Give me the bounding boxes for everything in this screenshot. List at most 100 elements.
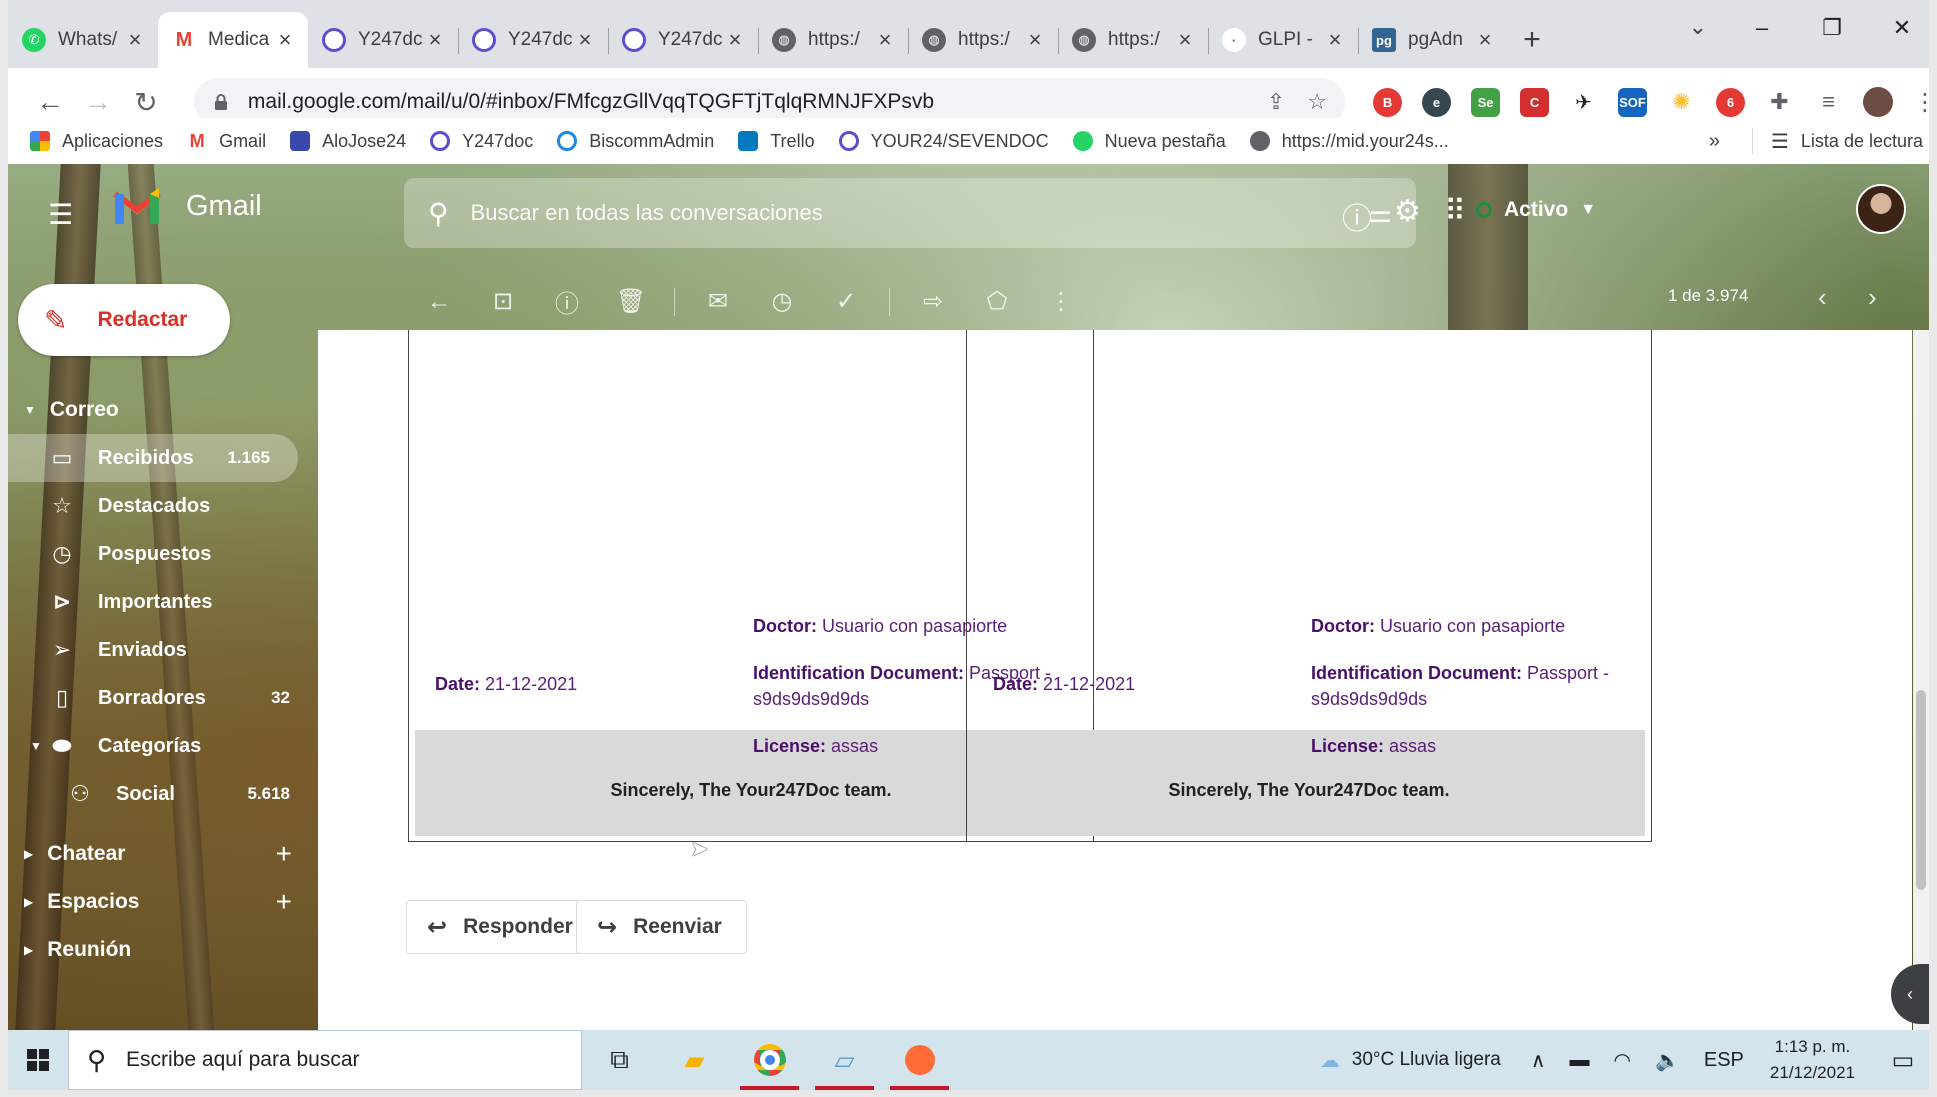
chrome-menu-icon[interactable]: ⋮	[1913, 88, 1937, 117]
notifications-icon[interactable]: ▭	[1877, 1046, 1929, 1075]
bookmark-item[interactable]: Aplicaciones	[30, 131, 163, 152]
sidebar-item-inbox[interactable]: ▭ Recibidos 1.165	[8, 434, 298, 482]
next-message-icon[interactable]: ›	[1868, 282, 1877, 313]
close-tab-icon[interactable]: ×	[574, 27, 596, 53]
close-tab-icon[interactable]: ×	[124, 27, 146, 53]
scrollbar-thumb[interactable]	[1916, 690, 1926, 890]
more-options-icon[interactable]: ⋮	[1040, 287, 1082, 316]
show-hidden-icons-icon[interactable]: ∧	[1531, 1048, 1546, 1073]
add-chat-icon[interactable]: +	[276, 838, 292, 870]
wifi-icon[interactable]: ◠	[1614, 1048, 1631, 1073]
close-tab-icon[interactable]: ×	[274, 27, 296, 53]
sidebar-item-drafts[interactable]: ▯ Borradores 32	[8, 674, 318, 722]
gmail-logo[interactable]: Gmail	[112, 186, 262, 226]
help-icon[interactable]: ⓘ	[1342, 194, 1372, 238]
browser-tab[interactable]: · GLPI - ×	[1208, 12, 1358, 68]
taskbar-clock[interactable]: 1:13 p. m. 21/12/2021	[1770, 1034, 1855, 1086]
sidebar-item-categories[interactable]: ▼ ⬬ Categorías	[8, 722, 318, 770]
tab-search-icon[interactable]: ⌄	[1689, 14, 1707, 40]
reading-list-button[interactable]: ☰ Lista de lectura	[1771, 129, 1923, 154]
reload-icon[interactable]: ↻	[122, 86, 170, 119]
browser-tab[interactable]: ✆ Whats/ ×	[8, 12, 158, 68]
bookmark-item[interactable]: YOUR24/SEVENDOC	[838, 131, 1049, 152]
mark-unread-icon[interactable]: ✉	[697, 287, 739, 316]
close-window-icon[interactable]: ✕	[1867, 0, 1937, 56]
snooze-icon[interactable]: ◷	[761, 287, 803, 316]
bookmark-item[interactable]: AloJose24	[290, 131, 406, 152]
browser-tab[interactable]: pg pgAdn ×	[1358, 12, 1508, 68]
extension-e-icon[interactable]: e	[1422, 87, 1452, 117]
mail-search-bar[interactable]: ⚲ ⚌	[404, 178, 1416, 248]
close-tab-icon[interactable]: ×	[724, 27, 746, 53]
browser-tab[interactable]: Y247dc ×	[458, 12, 608, 68]
new-tab-button[interactable]: +	[1508, 12, 1556, 68]
section-chat[interactable]: ▶ Chatear +	[8, 830, 318, 878]
bookmark-item[interactable]: Trello	[738, 131, 815, 152]
back-to-inbox-icon[interactable]: ←	[418, 288, 460, 316]
postman-taskbar-icon[interactable]	[882, 1030, 957, 1090]
sof-icon[interactable]: SOF	[1618, 87, 1648, 117]
bookmark-item[interactable]: BiscommAdmin	[557, 131, 714, 152]
back-icon[interactable]: ←	[26, 86, 74, 118]
volume-icon[interactable]: 🔈	[1655, 1048, 1680, 1073]
browser-tab[interactable]: Y247dc ×	[308, 12, 458, 68]
extension-plane-icon[interactable]: ✈	[1569, 87, 1599, 117]
reply-button[interactable]: ↩ Responder	[406, 900, 598, 954]
sidebar-item-important[interactable]: ⊳ Importantes	[8, 578, 318, 626]
extensions-puzzle-icon[interactable]: ✚	[1765, 87, 1795, 117]
weather-text[interactable]: 30°C Lluvia ligera	[1352, 1049, 1501, 1071]
add-task-icon[interactable]: ✓	[825, 287, 867, 316]
close-tab-icon[interactable]: ×	[1324, 27, 1346, 53]
close-tab-icon[interactable]: ×	[1474, 27, 1496, 53]
browser-tab[interactable]: ◍ https:/ ×	[1058, 12, 1208, 68]
battery-icon[interactable]: ▬	[1570, 1049, 1590, 1072]
profile-avatar[interactable]	[1863, 87, 1894, 117]
google-apps-icon[interactable]: ⠿	[1444, 194, 1466, 229]
file-explorer-icon[interactable]: ▰	[657, 1030, 732, 1090]
extension-badge-icon[interactable]: 6	[1716, 87, 1746, 117]
search-icon[interactable]: ⚲	[428, 197, 449, 230]
language-indicator[interactable]: ESP	[1704, 1049, 1744, 1072]
taskbar-search-box[interactable]: ⚲ Escribe aquí para buscar	[68, 1030, 582, 1090]
weather-icon[interactable]: ☁	[1320, 1048, 1340, 1073]
main-menu-icon[interactable]: ☰	[48, 198, 73, 231]
sidebar-item-social[interactable]: ⚇ Social 5.618	[8, 770, 318, 818]
section-spaces[interactable]: ▶ Espacios +	[8, 878, 318, 926]
close-tab-icon[interactable]: ×	[424, 27, 446, 53]
bookmark-item[interactable]: M Gmail	[187, 131, 267, 152]
status-selector[interactable]: Activo ▼	[1476, 198, 1596, 222]
task-view-icon[interactable]: ⧉	[582, 1030, 657, 1090]
browser-tab[interactable]: ◍ https:/ ×	[908, 12, 1058, 68]
label-icon[interactable]: ⬠	[976, 287, 1018, 316]
bookmark-item[interactable]: Y247doc	[430, 131, 533, 152]
report-spam-icon[interactable]: ⓘ	[546, 284, 588, 319]
close-tab-icon[interactable]: ×	[1174, 27, 1196, 53]
add-space-icon[interactable]: +	[276, 886, 292, 918]
settings-gear-icon[interactable]: ⚙	[1394, 194, 1421, 229]
archive-icon[interactable]: ⊡	[482, 287, 524, 316]
sidebar-item-sent[interactable]: ➢ Enviados	[8, 626, 318, 674]
sidebar-item-starred[interactable]: ☆ Destacados	[8, 482, 318, 530]
more-bookmarks-icon[interactable]: »	[1709, 130, 1720, 153]
media-control-icon[interactable]: ≡	[1814, 87, 1844, 117]
section-mail[interactable]: ▼ Correo	[8, 386, 318, 434]
browser-tab-active[interactable]: M Medica ×	[158, 12, 308, 68]
message-scrollbar[interactable]	[1913, 330, 1929, 1030]
app-taskbar-icon[interactable]: ▱	[807, 1030, 882, 1090]
move-to-icon[interactable]: ⇨	[912, 287, 954, 316]
share-icon[interactable]: ⇪	[1267, 89, 1285, 115]
minimize-icon[interactable]: –	[1727, 0, 1797, 56]
chrome-taskbar-icon[interactable]	[732, 1030, 807, 1090]
browser-tab[interactable]: ◍ https:/ ×	[758, 12, 908, 68]
bookmark-item[interactable]: Nueva pestaña	[1072, 131, 1226, 152]
search-options-icon[interactable]: ⚌	[1369, 198, 1392, 229]
sidebar-item-snoozed[interactable]: ◷ Pospuestos	[8, 530, 318, 578]
windows-start-icon[interactable]	[8, 1030, 68, 1090]
extension-wheel-icon[interactable]: ✺	[1667, 87, 1697, 117]
mail-search-input[interactable]	[470, 200, 1369, 226]
bookmark-star-icon[interactable]: ☆	[1307, 89, 1327, 115]
forward-icon[interactable]: →	[74, 86, 122, 118]
compose-button[interactable]: ✎ Redactar	[18, 284, 230, 356]
extension-b-icon[interactable]: B	[1373, 87, 1403, 117]
delete-icon[interactable]: 🗑	[610, 287, 652, 316]
